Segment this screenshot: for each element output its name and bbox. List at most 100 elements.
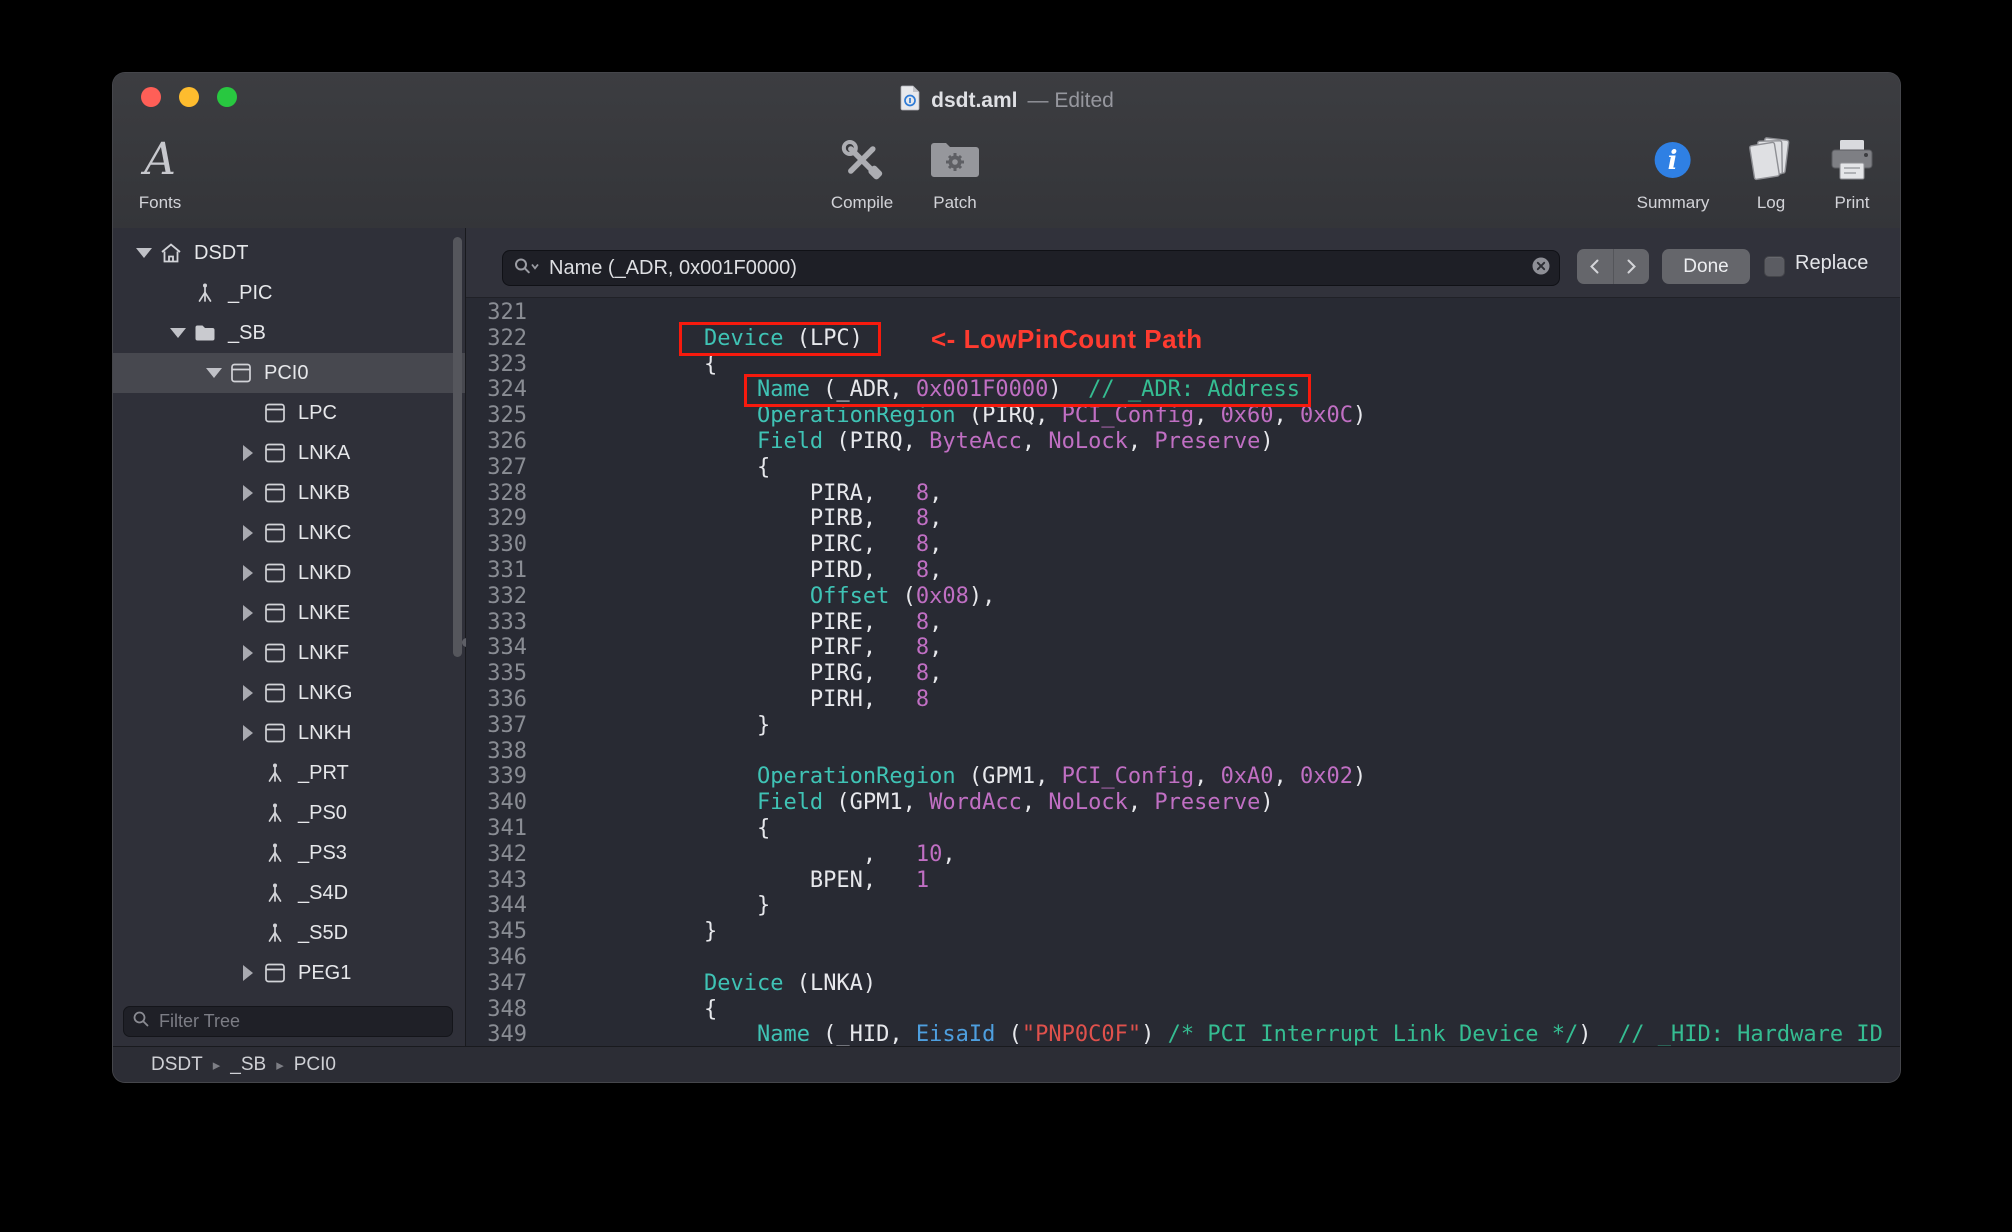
titlebar-toolbar[interactable]: dsdt.aml — Edited A Fonts Compile Patch … xyxy=(113,73,1900,229)
code-text: { xyxy=(598,996,718,1022)
code-line[interactable]: 333 PIRE, 8, xyxy=(466,610,1900,636)
breadcrumb-item[interactable]: _SB xyxy=(230,1054,266,1076)
disclosure-triangle-icon[interactable] xyxy=(201,368,227,378)
line-number: 335 xyxy=(487,661,527,687)
device-icon xyxy=(261,722,289,744)
device-icon xyxy=(261,642,289,664)
code-line[interactable]: 330 PIRC, 8, xyxy=(466,532,1900,558)
code-line[interactable]: 334 PIRF, 8, xyxy=(466,635,1900,661)
method-icon xyxy=(261,842,289,864)
sidebar-item-lnkd[interactable]: LNKD xyxy=(113,553,465,593)
main-area: Done Replace 321322 Device (LPC)323 {324… xyxy=(466,228,1900,1046)
line-number: 336 xyxy=(487,686,527,712)
disclosure-triangle-icon[interactable] xyxy=(235,965,261,981)
clear-search-icon[interactable] xyxy=(1531,256,1551,281)
sidebar-item-ps3[interactable]: _PS3 xyxy=(113,833,465,873)
sidebar-item-lnkc[interactable]: LNKC xyxy=(113,513,465,553)
sidebar-item-label: _PS3 xyxy=(298,841,347,864)
code-editor[interactable]: 321 322 Device (LPC) 323 {324 Name (_ADR, … xyxy=(466,298,1900,1046)
code-line[interactable]: 342 , 10, xyxy=(466,842,1900,868)
line-number: 331 xyxy=(487,557,527,583)
code-line[interactable]: 348 { xyxy=(466,997,1900,1023)
code-line[interactable]: 347 Device (LNKA) xyxy=(466,971,1900,997)
breadcrumb-item[interactable]: PCI0 xyxy=(294,1054,336,1076)
sidebar-item-dsdt[interactable]: DSDT xyxy=(113,233,465,273)
code-line[interactable]: 326 Field (PIRQ, ByteAcc, NoLock, Preser… xyxy=(466,429,1900,455)
filter-tree-input[interactable] xyxy=(157,1010,444,1033)
code-line[interactable]: 338 xyxy=(466,739,1900,765)
sidebar-item-pci0[interactable]: PCI0 xyxy=(113,353,465,393)
sidebar-item-peg1[interactable]: PEG1 xyxy=(113,953,465,993)
sidebar-item-s4d[interactable]: _S4D xyxy=(113,873,465,913)
code-line[interactable]: 341 { xyxy=(466,816,1900,842)
code-line[interactable]: 335 PIRG, 8, xyxy=(466,661,1900,687)
patch-button[interactable]: Patch xyxy=(929,125,981,213)
line-number: 333 xyxy=(487,609,527,635)
code-line[interactable]: 328 PIRA, 8, xyxy=(466,481,1900,507)
sidebar-item-lnkh[interactable]: LNKH xyxy=(113,713,465,753)
find-previous-button[interactable] xyxy=(1577,249,1614,284)
device-icon xyxy=(261,402,289,424)
summary-button[interactable]: i Summary xyxy=(1637,125,1709,213)
home-icon xyxy=(157,242,185,264)
code-line[interactable]: 329 PIRB, 8, xyxy=(466,506,1900,532)
code-line[interactable]: 343 BPEN, 1 xyxy=(466,868,1900,894)
disclosure-triangle-icon[interactable] xyxy=(235,485,261,501)
disclosure-triangle-icon[interactable] xyxy=(165,328,191,338)
code-line[interactable]: 340 Field (GPM1, WordAcc, NoLock, Preser… xyxy=(466,790,1900,816)
code-text: PIRE, 8, xyxy=(598,609,943,635)
method-icon xyxy=(191,282,219,304)
disclosure-triangle-icon[interactable] xyxy=(235,565,261,581)
sidebar-item-prt[interactable]: _PRT xyxy=(113,753,465,793)
code-line[interactable]: 327 { xyxy=(466,455,1900,481)
code-line[interactable]: 345 } xyxy=(466,919,1900,945)
sidebar-item-sb[interactable]: _SB xyxy=(113,313,465,353)
status-bar: DSDT ▸ _SB ▸ PCI0 xyxy=(113,1046,1900,1082)
sidebar-item-lnkb[interactable]: LNKB xyxy=(113,473,465,513)
fonts-button[interactable]: A Fonts xyxy=(139,125,182,213)
find-next-button[interactable] xyxy=(1614,249,1650,284)
code-line[interactable]: 336 PIRH, 8 xyxy=(466,687,1900,713)
filter-field[interactable] xyxy=(123,1006,453,1037)
code-line[interactable]: 344 } xyxy=(466,893,1900,919)
replace-checkbox[interactable] xyxy=(1764,256,1785,277)
sidebar-item-label: _SB xyxy=(228,321,266,344)
breadcrumb-item[interactable]: DSDT xyxy=(151,1054,203,1076)
disclosure-triangle-icon[interactable] xyxy=(131,248,157,258)
fonts-icon: A xyxy=(144,134,176,185)
search-input[interactable] xyxy=(547,255,1524,281)
log-button[interactable]: Log xyxy=(1747,125,1795,213)
code-line[interactable]: 339 OperationRegion (GPM1, PCI_Config, 0… xyxy=(466,764,1900,790)
sidebar-item-s5d[interactable]: _S5D xyxy=(113,913,465,953)
disclosure-triangle-icon[interactable] xyxy=(235,525,261,541)
done-button[interactable]: Done xyxy=(1662,249,1750,284)
disclosure-triangle-icon[interactable] xyxy=(235,645,261,661)
disclosure-triangle-icon[interactable] xyxy=(235,725,261,741)
print-button[interactable]: Print xyxy=(1828,125,1876,213)
compile-button[interactable]: Compile xyxy=(831,125,893,213)
disclosure-triangle-icon[interactable] xyxy=(235,445,261,461)
sidebar-item-lnke[interactable]: LNKE xyxy=(113,593,465,633)
line-number: 332 xyxy=(487,583,527,609)
sidebar-item-label: _PRT xyxy=(298,761,349,784)
sidebar-item-ps0[interactable]: _PS0 xyxy=(113,793,465,833)
sidebar-item-lnkg[interactable]: LNKG xyxy=(113,673,465,713)
code-text: BPEN, 1 xyxy=(598,867,930,893)
sidebar-item-lnka[interactable]: LNKA xyxy=(113,433,465,473)
sidebar-item-pic[interactable]: _PIC xyxy=(113,273,465,313)
disclosure-triangle-icon[interactable] xyxy=(235,605,261,621)
search-field[interactable] xyxy=(502,250,1560,286)
sidebar-scrollbar[interactable] xyxy=(453,237,462,657)
code-line[interactable]: 337 } xyxy=(466,713,1900,739)
sidebar-item-lnkf[interactable]: LNKF xyxy=(113,633,465,673)
code-line[interactable]: 349 Name (_HID, EisaId ("PNP0C0F") /* PC… xyxy=(466,1022,1900,1046)
code-line[interactable]: 325 OperationRegion (PIRQ, PCI_Config, 0… xyxy=(466,403,1900,429)
code-line[interactable]: 346 xyxy=(466,945,1900,971)
code-text: PIRH, 8 xyxy=(598,686,930,712)
code-line[interactable]: 331 PIRD, 8, xyxy=(466,558,1900,584)
code-line[interactable]: 332 Offset (0x08), xyxy=(466,584,1900,610)
device-icon xyxy=(261,962,289,984)
window-title: dsdt.aml — Edited xyxy=(113,85,1900,116)
sidebar-item-lpc[interactable]: LPC xyxy=(113,393,465,433)
disclosure-triangle-icon[interactable] xyxy=(235,685,261,701)
